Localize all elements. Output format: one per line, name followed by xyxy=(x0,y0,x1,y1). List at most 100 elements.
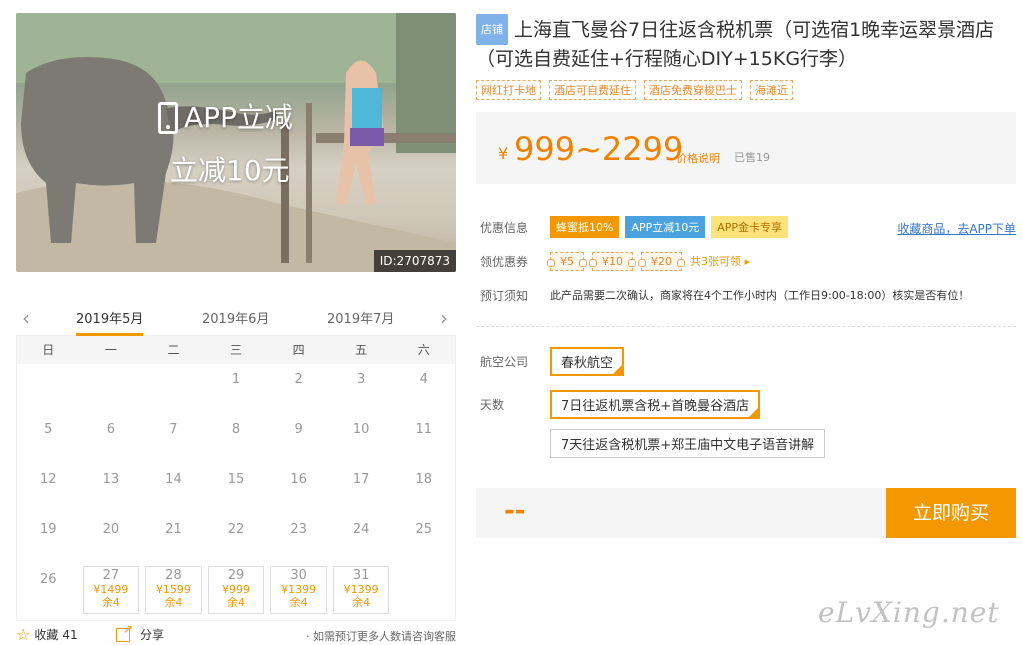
product-photo[interactable]: APP立减 立减10元 ID:2707873 xyxy=(16,13,456,272)
weekday-label: 一 xyxy=(104,343,117,357)
day-cell xyxy=(80,364,143,414)
day-cell: 13 xyxy=(102,472,120,487)
day-cell: 1 xyxy=(231,372,241,387)
info-section: 优惠信息 蜂蜜抵10% APP立减10元 APP金卡专享 收藏商品，去APP下单… xyxy=(476,210,1016,312)
favorite-app-link[interactable]: 收藏商品，去APP下单 xyxy=(897,220,1016,237)
coupon-10[interactable]: ¥10 xyxy=(589,251,636,271)
day-cell: 18 xyxy=(415,472,433,487)
feature-tag: 海滩近 xyxy=(750,80,793,100)
day-cell: 8 xyxy=(231,422,241,437)
weekday-label: 四 xyxy=(292,343,305,357)
day-cell-empty xyxy=(392,564,455,620)
notice-label: 预订须知 xyxy=(480,288,529,303)
day-cell: 11 xyxy=(415,422,433,437)
next-month-icon[interactable]: › xyxy=(440,306,448,330)
promo-label: 优惠信息 xyxy=(480,220,529,235)
day-cell: 24 xyxy=(352,522,370,537)
days-option-hotel[interactable]: 7日往返机票含税+首晚曼谷酒店 xyxy=(550,390,761,419)
app-discount-overlay: APP立减 立减10元 xyxy=(158,101,293,189)
feature-tag: 酒店免费穿梭巴士 xyxy=(644,80,742,100)
day-number: 28 xyxy=(165,568,182,583)
overlay-line1: APP立减 xyxy=(184,101,293,134)
feature-tag: 酒店可自费延住 xyxy=(549,80,636,100)
day-cell: 7 xyxy=(169,422,178,437)
day-cell xyxy=(142,364,205,414)
days-label: 天数 xyxy=(480,398,505,412)
notice-row: 预订须知 此产品需要二次确认，商家将在4个工作小时内（工作日9:00-18:00… xyxy=(476,278,1016,312)
calendar-week-5: 26 27 ¥1499 余4 28 ¥1599 余4 29 ¥999 余4 30… xyxy=(17,564,455,620)
weekday-label: 日 xyxy=(42,343,55,357)
day-stock: 余4 xyxy=(289,596,308,609)
coupon-more-link[interactable]: 共3张可领 ▸ xyxy=(690,253,750,269)
buy-bar: -- 立即购买 xyxy=(476,488,1016,538)
day-cell: 20 xyxy=(102,522,120,537)
days-option-audio-guide[interactable]: 7天往返含税机票+郑王庙中文电子语音讲解 xyxy=(550,429,826,458)
weekday-label: 三 xyxy=(230,343,243,357)
day-cell: 25 xyxy=(415,522,433,537)
available-date-30[interactable]: 30 ¥1399 余4 xyxy=(267,564,330,620)
contact-hint[interactable]: · 如需预订更多人数请咨询客服 xyxy=(306,628,456,644)
weekday-label: 六 xyxy=(417,343,430,357)
day-price: ¥1599 xyxy=(155,583,191,596)
weekday-label: 二 xyxy=(167,343,180,357)
promo-badge-gold[interactable]: APP金卡专享 xyxy=(711,216,789,238)
price-panel: ¥ 999~2299 价格说明 已售19 xyxy=(476,112,1016,184)
buy-now-button[interactable]: 立即购买 xyxy=(886,488,1016,538)
price-explain-link[interactable]: 价格说明 xyxy=(676,150,720,166)
day-cell xyxy=(17,364,80,414)
day-cell: 4 xyxy=(419,372,428,387)
share-icon xyxy=(116,622,133,642)
price-range: 999~2299 xyxy=(514,130,684,168)
coupon-20[interactable]: ¥20 xyxy=(638,251,685,271)
coupon-5[interactable]: ¥5 xyxy=(547,251,587,271)
store-badge[interactable]: 店铺 xyxy=(476,14,508,45)
calendar-week-4: 19 20 21 22 23 24 25 xyxy=(17,514,455,564)
coupon-label: 领优惠券 xyxy=(480,254,529,269)
day-stock: 余4 xyxy=(164,596,183,609)
phone-icon xyxy=(158,102,178,134)
airline-option-spring[interactable]: 春秋航空 xyxy=(550,347,625,376)
share-button[interactable]: 分享 xyxy=(116,622,165,643)
currency-symbol: ¥ xyxy=(498,144,509,163)
calendar-grid: 日 一 二 三 四 五 六 1 2 3 4 5 6 7 8 9 10 11 12 xyxy=(16,336,456,621)
favorite-button[interactable]: ☆ 收藏 41 xyxy=(16,626,78,643)
day-cell: 14 xyxy=(165,472,182,487)
day-cell: 2 xyxy=(294,372,303,387)
prev-month-icon[interactable]: ‹ xyxy=(22,306,30,330)
calendar-week-1: 1 2 3 4 xyxy=(17,364,455,414)
total-price: -- xyxy=(504,496,526,526)
promo-badge-honey[interactable]: 蜂蜜抵10% xyxy=(550,216,620,238)
weekday-label: 五 xyxy=(355,343,368,357)
promo-badge-app[interactable]: APP立减10元 xyxy=(625,216,706,238)
day-price: ¥1399 xyxy=(281,583,317,596)
day-number: 29 xyxy=(227,568,245,583)
day-stock: 余4 xyxy=(227,596,246,609)
feature-tag: 网红打卡地 xyxy=(476,80,541,100)
action-bar: ☆ 收藏 41 分享 · 如需预订更多人数请咨询客服 xyxy=(16,622,456,644)
available-date-27[interactable]: 27 ¥1499 余4 xyxy=(80,564,143,620)
day-cell: 26 xyxy=(40,572,57,587)
day-cell: 10 xyxy=(352,422,370,437)
month-tab-may[interactable]: 2019年5月 xyxy=(76,308,144,336)
calendar-header: ‹ 2019年5月 2019年6月 2019年7月 › xyxy=(16,300,456,336)
month-tab-june[interactable]: 2019年6月 xyxy=(202,308,269,327)
day-cell: 5 xyxy=(44,422,53,437)
favorite-label: 收藏 xyxy=(34,628,59,642)
day-cell: 12 xyxy=(40,472,57,487)
available-date-29[interactable]: 29 ¥999 余4 xyxy=(205,564,268,620)
available-date-31[interactable]: 31 ¥1399 余4 xyxy=(330,564,393,620)
share-label: 分享 xyxy=(140,628,165,642)
month-tab-july[interactable]: 2019年7月 xyxy=(327,308,394,327)
section-divider xyxy=(476,326,1016,327)
day-cell: 16 xyxy=(290,472,307,487)
day-cell: 21 xyxy=(165,522,182,537)
day-cell: 22 xyxy=(227,522,245,537)
day-cell: 23 xyxy=(290,522,307,537)
day-stock: 余4 xyxy=(101,596,120,609)
calendar-week-2: 5 6 7 8 9 10 11 xyxy=(17,414,455,464)
airline-row: 航空公司 春秋航空 xyxy=(476,347,1016,376)
calendar-week-3: 12 13 14 15 16 17 18 xyxy=(17,464,455,514)
available-date-28[interactable]: 28 ¥1599 余4 xyxy=(142,564,205,620)
day-cell: 3 xyxy=(357,372,366,387)
site-watermark: eLvXing.net xyxy=(818,596,1000,629)
